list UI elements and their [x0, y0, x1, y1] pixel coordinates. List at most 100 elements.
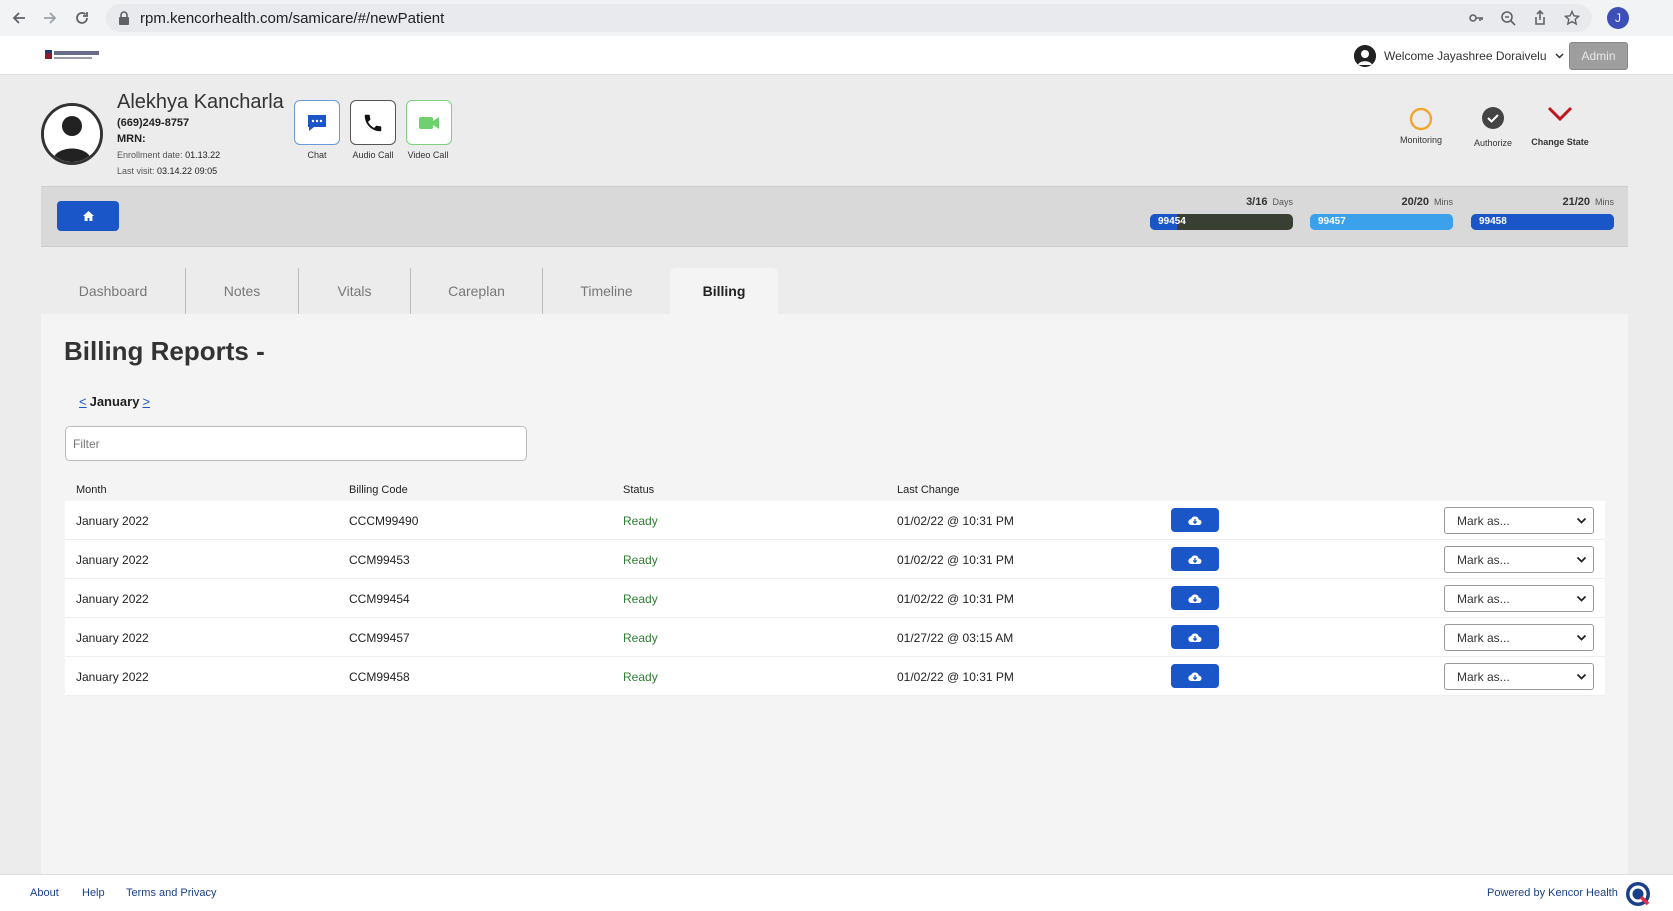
cloud-download-icon: [1188, 555, 1202, 564]
share-icon[interactable]: [1532, 10, 1548, 26]
progress-bar: 99458: [1471, 214, 1614, 230]
chevron-down-icon: [1576, 673, 1587, 680]
kencor-logo: [1626, 882, 1650, 906]
chat-button[interactable]: [294, 100, 340, 145]
table-row: January 2022 CCM99454 Ready 01/02/22 @ 1…: [65, 579, 1605, 618]
about-link[interactable]: About: [30, 887, 59, 899]
column-header-status: Status: [623, 484, 655, 496]
download-button[interactable]: [1171, 508, 1219, 532]
cell-last-change: 01/02/22 @ 10:31 PM: [897, 592, 1014, 606]
mark-as-select[interactable]: Mark as...: [1444, 624, 1594, 651]
reload-icon[interactable]: [67, 3, 97, 33]
cell-last-change: 01/02/22 @ 10:31 PM: [897, 670, 1014, 684]
back-icon[interactable]: [4, 3, 34, 33]
download-button[interactable]: [1171, 625, 1219, 649]
user-menu[interactable]: Welcome Jayashree Doraivelu: [1354, 45, 1564, 67]
cell-status: Ready: [623, 514, 658, 528]
tab-notes[interactable]: Notes: [186, 268, 299, 314]
chevron-down-icon: [1576, 595, 1587, 602]
change-state-label[interactable]: Change State: [1520, 137, 1600, 147]
browser-profile-avatar[interactable]: J: [1607, 7, 1629, 29]
monitoring-label: Monitoring: [1399, 135, 1443, 145]
cell-last-change: 01/02/22 @ 10:31 PM: [897, 553, 1014, 567]
chevron-down-icon: [1576, 556, 1587, 563]
download-button[interactable]: [1171, 586, 1219, 610]
tab-careplan[interactable]: Careplan: [411, 268, 543, 314]
forward-icon[interactable]: [35, 3, 65, 33]
audio-call-label: Audio Call: [352, 150, 394, 160]
cloud-download-icon: [1188, 516, 1202, 525]
cell-month: January 2022: [76, 631, 149, 645]
progress-value: 3/16: [1246, 196, 1268, 208]
table-header: Month Billing Code Status Last Change: [65, 484, 1605, 500]
enrollment-date: Enrollment date: 01.13.22: [117, 150, 221, 160]
cell-month: January 2022: [76, 592, 149, 606]
address-bar[interactable]: rpm.kencorhealth.com/samicare/#/newPatie…: [106, 4, 1592, 32]
terms-link[interactable]: Terms and Privacy: [126, 887, 216, 899]
change-state-icon[interactable]: [1547, 105, 1573, 123]
filter-input[interactable]: [65, 426, 527, 461]
cloud-download-icon: [1188, 633, 1202, 642]
page-title: Billing Reports -: [64, 336, 265, 366]
audio-call-button[interactable]: [350, 100, 396, 145]
progress-code: 99454: [1158, 216, 1186, 227]
cell-month: January 2022: [76, 670, 149, 684]
patient-mrn: MRN:: [117, 133, 146, 145]
welcome-text: Welcome Jayashree Doraivelu: [1384, 49, 1547, 63]
monitoring-icon[interactable]: [1409, 107, 1433, 131]
authorize-icon[interactable]: [1481, 106, 1505, 130]
penn-medicine-logo: [45, 50, 99, 59]
mark-as-select[interactable]: Mark as...: [1444, 663, 1594, 690]
cloud-download-icon: [1188, 672, 1202, 681]
cell-billing-code: CCCM99490: [349, 514, 419, 528]
patient-phone: (669)249-8757: [117, 117, 190, 129]
next-month-link[interactable]: >: [142, 394, 150, 409]
progress-value: 20/20: [1401, 196, 1429, 208]
zoom-icon[interactable]: [1500, 10, 1516, 26]
download-button[interactable]: [1171, 547, 1219, 571]
table-row: January 2022 CCM99453 Ready 01/02/22 @ 1…: [65, 540, 1605, 579]
tab-dashboard[interactable]: Dashboard: [41, 268, 186, 314]
prev-month-link[interactable]: <: [79, 394, 87, 409]
download-button[interactable]: [1171, 664, 1219, 688]
mark-as-select[interactable]: Mark as...: [1444, 546, 1594, 573]
table-row: January 2022 CCM99458 Ready 01/02/22 @ 1…: [65, 657, 1605, 696]
chevron-down-icon: [1576, 634, 1587, 641]
home-icon: [82, 211, 94, 221]
user-avatar: [1354, 45, 1376, 67]
key-icon[interactable]: [1468, 10, 1484, 26]
admin-button[interactable]: Admin: [1569, 42, 1628, 70]
column-header-last-change: Last Change: [897, 484, 960, 496]
cell-month: January 2022: [76, 553, 149, 567]
cell-status: Ready: [623, 670, 658, 684]
phone-icon: [364, 114, 382, 131]
video-call-label: Video Call: [407, 150, 449, 160]
mark-as-select[interactable]: Mark as...: [1444, 507, 1594, 534]
progress-value: 21/20: [1562, 196, 1590, 208]
billing-table: January 2022 CCCM99490 Ready 01/02/22 @ …: [65, 501, 1605, 696]
cell-billing-code: CCM99458: [349, 670, 410, 684]
progress-unit: Mins: [1594, 197, 1614, 207]
chevron-down-icon: [1576, 517, 1587, 524]
home-button[interactable]: [57, 201, 119, 231]
tab-billing[interactable]: Billing: [670, 268, 778, 314]
progress-99458: 21/20 Mins 99458: [1471, 196, 1614, 230]
cell-month: January 2022: [76, 514, 149, 528]
cell-status: Ready: [623, 592, 658, 606]
mark-as-select[interactable]: Mark as...: [1444, 585, 1594, 612]
mark-as-value: Mark as...: [1457, 513, 1510, 528]
help-link[interactable]: Help: [82, 887, 105, 899]
cell-status: Ready: [623, 631, 658, 645]
tab-vitals[interactable]: Vitals: [299, 268, 411, 314]
video-call-button[interactable]: [406, 100, 452, 145]
star-icon[interactable]: [1564, 10, 1580, 26]
cell-billing-code: CCM99457: [349, 631, 410, 645]
tab-timeline[interactable]: Timeline: [543, 268, 670, 314]
cell-billing-code: CCM99453: [349, 553, 410, 567]
cloud-download-icon: [1188, 594, 1202, 603]
progress-99454: 3/16 Days 99454: [1150, 196, 1293, 230]
url-text: rpm.kencorhealth.com/samicare/#/newPatie…: [140, 9, 445, 27]
month-navigator: < January >: [79, 394, 150, 409]
footer: About Help Terms and Privacy Powered by …: [0, 874, 1673, 911]
column-header-month: Month: [76, 484, 107, 496]
